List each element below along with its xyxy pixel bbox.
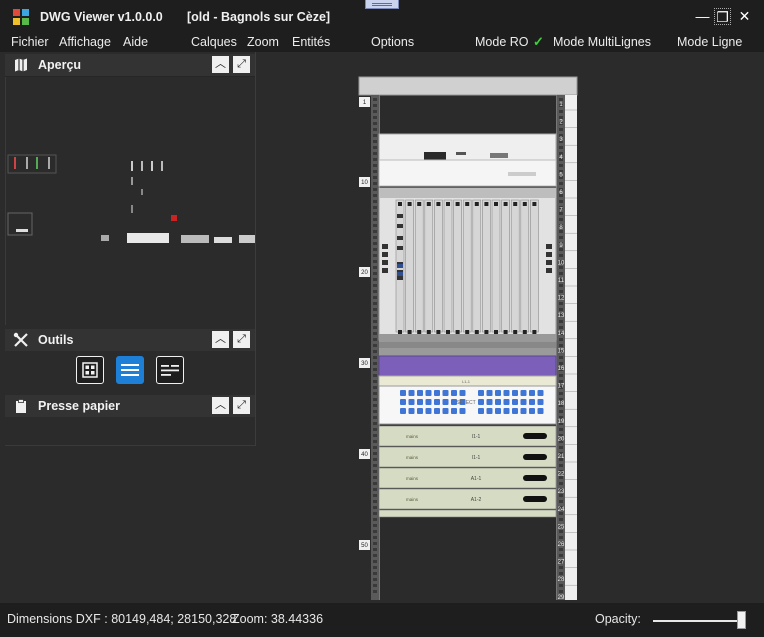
right-ruler-label: 10	[558, 260, 565, 266]
menu-fichier[interactable]: Fichier	[11, 35, 49, 49]
close-button[interactable]: ✕	[736, 8, 753, 25]
map-icon	[15, 58, 27, 72]
presse-papier-panel-title: Presse papier	[38, 399, 120, 413]
menu-mode-ligne[interactable]: Mode Ligne	[677, 35, 742, 49]
rack-top-plate	[358, 76, 578, 96]
app-title: DWG Viewer v1.0.0.0	[40, 10, 163, 24]
presse-papier-panel-header: Presse papier ︿ ⤢	[5, 395, 255, 418]
menu-mode-ro[interactable]: Mode RO	[475, 35, 529, 49]
right-ruler-label: 18	[558, 401, 565, 407]
right-ruler-label: 19	[558, 419, 565, 425]
outils-panel-title: Outils	[38, 333, 74, 347]
purple-panel	[378, 355, 557, 377]
brand-label: mains	[406, 497, 419, 502]
strip-label: L1-1	[462, 379, 471, 384]
menu-affichage[interactable]: Affichage	[59, 35, 111, 49]
rack-drawing[interactable]: 11020304050 1234567891011121314151617181…	[358, 76, 578, 600]
opacity-slider-track[interactable]	[653, 620, 745, 622]
right-ruler-label: 28	[558, 577, 565, 583]
presse-papier-collapse-button[interactable]: ︿	[212, 397, 229, 414]
menu-mode-multilignes[interactable]: Mode MultiLignes	[553, 35, 651, 49]
minimize-button[interactable]: —	[694, 8, 711, 25]
select-label: SELECT	[456, 400, 475, 406]
left-ruler-label: 10	[361, 180, 368, 186]
outils-expand-button[interactable]: ⤢	[233, 331, 250, 348]
patch-panel-label: A1-1	[471, 476, 482, 482]
brand-label: mains	[406, 434, 419, 439]
split-view-button[interactable]	[156, 356, 184, 384]
app-logo-icon	[13, 9, 31, 27]
right-ruler-label: 17	[558, 384, 565, 390]
opacity-slider-thumb[interactable]	[737, 611, 746, 629]
right-ruler-label: 26	[558, 542, 565, 548]
right-ruler-label: 21	[558, 454, 565, 460]
preview-thumbnail[interactable]	[5, 77, 256, 325]
patch-panel-label: I1-1	[472, 434, 481, 440]
tools-icon	[13, 332, 28, 347]
left-ruler-label: 20	[361, 270, 368, 276]
grid-view-button[interactable]	[76, 356, 104, 384]
tools-area	[5, 351, 255, 393]
left-ruler-label: 50	[361, 543, 368, 549]
right-ruler-label: 20	[558, 436, 565, 442]
left-ruler-label: 30	[361, 361, 368, 367]
panel-divider	[255, 52, 256, 446]
brand-label: mains	[406, 476, 419, 481]
right-ruler-label: 22	[558, 472, 565, 478]
menu-aide[interactable]: Aide	[123, 35, 148, 49]
right-ruler-label: 15	[558, 348, 565, 354]
document-title: [old - Bagnols sur Cèze]	[187, 10, 331, 24]
apercu-expand-button[interactable]: ⤢	[233, 56, 250, 73]
split-view-icon	[161, 365, 179, 376]
menu-zoom[interactable]: Zoom	[247, 35, 279, 49]
check-icon: ✓	[533, 34, 544, 49]
menu-entites[interactable]: Entités	[292, 35, 330, 49]
status-bar: Dimensions DXF : 80149,484; 28150,328 Zo…	[0, 603, 764, 637]
right-ruler-label: 27	[558, 560, 565, 566]
rack-device-2u	[378, 133, 557, 161]
menu-bar: Fichier Affichage Aide Calques Zoom Enti…	[0, 34, 764, 52]
right-ruler-label: 13	[558, 313, 565, 319]
apercu-panel-title: Aperçu	[38, 58, 82, 72]
menu-options[interactable]: Options	[371, 35, 414, 49]
apercu-collapse-button[interactable]: ︿	[212, 56, 229, 73]
presse-papier-expand-button[interactable]: ⤢	[233, 397, 250, 414]
grid-view-icon	[82, 362, 98, 378]
opacity-label: Opacity:	[595, 612, 641, 626]
outils-panel-header: Outils ︿ ⤢	[5, 329, 255, 352]
dimensions-readout: Dimensions DXF : 80149,484; 28150,328	[7, 612, 237, 626]
right-ruler-label: 29	[558, 595, 565, 600]
right-ruler-label: 24	[558, 507, 565, 513]
patch-panel-label: I1-1	[472, 455, 481, 461]
right-ruler-label: 25	[558, 524, 565, 530]
right-ruler-label: 16	[558, 366, 565, 372]
menu-calques[interactable]: Calques	[191, 35, 237, 49]
preview-drawing	[7, 154, 255, 243]
zoom-readout: Zoom: 38.44336	[232, 612, 324, 626]
restore-button[interactable]: ❐	[714, 8, 731, 25]
right-ruler-label: 23	[558, 489, 565, 495]
apercu-panel-header: Aperçu ︿ ⤢	[5, 54, 255, 77]
right-ruler-label: 14	[558, 331, 565, 337]
patch-panel-label: A1-2	[471, 497, 482, 503]
drag-grip-handle[interactable]	[365, 0, 399, 9]
outils-collapse-button[interactable]: ︿	[212, 331, 229, 348]
brand-label: mains	[406, 455, 419, 460]
left-ruler-label: 40	[361, 452, 368, 458]
right-ruler-label: 11	[558, 278, 565, 284]
right-ruler-label: 12	[558, 296, 565, 302]
list-view-button[interactable]	[116, 356, 144, 384]
list-view-icon	[121, 364, 139, 376]
clipboard-icon	[16, 399, 26, 413]
clipboard-area	[5, 417, 255, 446]
